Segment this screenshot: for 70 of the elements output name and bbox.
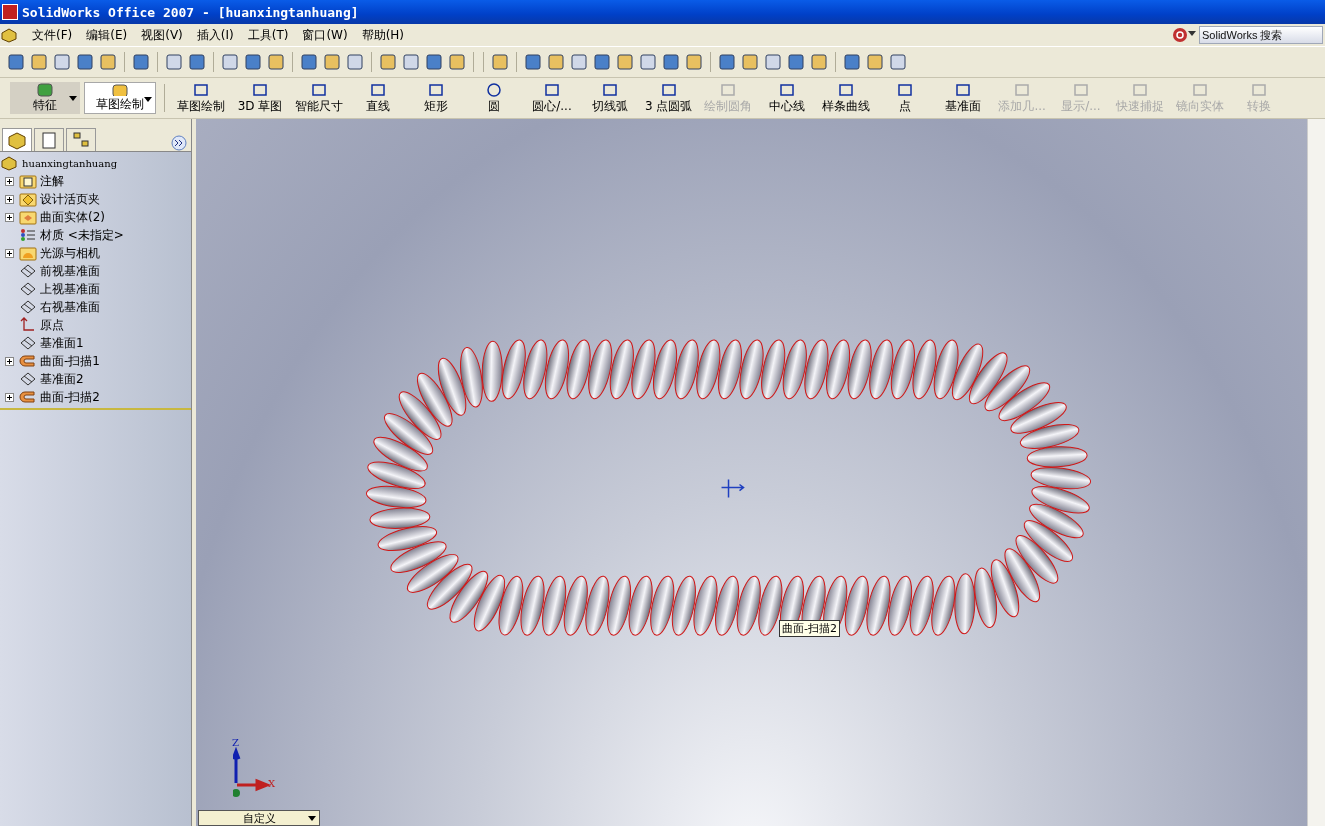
command-button[interactable]: 草图绘制 [171, 78, 231, 118]
menu-item[interactable]: 窗口(W) [302, 26, 348, 44]
command-button[interactable]: 矩形 [407, 78, 465, 118]
axis-label: Z [232, 737, 239, 748]
expand-icon[interactable] [4, 392, 14, 402]
command-button[interactable]: 智能尺寸 [289, 78, 349, 118]
origin-icon [720, 478, 745, 499]
tree-item[interactable]: 注解 [40, 172, 64, 190]
folder-icon [18, 245, 38, 261]
search-icon[interactable] [1172, 27, 1198, 43]
tree-item[interactable]: 光源与相机 [40, 244, 100, 262]
menu-item[interactable]: 插入(I) [196, 26, 234, 44]
tree-item[interactable]: 前视基准面 [40, 262, 100, 280]
view-dropdown[interactable]: 自定义 [198, 810, 320, 826]
command-button[interactable]: 样条曲线 [816, 78, 877, 118]
command-button[interactable]: 3D 草图 [231, 78, 289, 118]
folder-icon [18, 173, 38, 189]
caret-icon[interactable] [69, 96, 77, 101]
tree-item[interactable]: 上视基准面 [40, 280, 100, 298]
feature-tree-tab[interactable] [2, 128, 32, 151]
tree-item[interactable]: 基准面1 [40, 334, 84, 352]
menu-item[interactable]: 编辑(E) [86, 26, 128, 44]
expand-panel-icon[interactable] [171, 135, 187, 151]
folder-icon [18, 209, 38, 225]
tree-item[interactable]: 曲面-扫描2 [40, 388, 100, 406]
command-tab[interactable]: 特征 [10, 82, 80, 114]
circle-icon [485, 81, 503, 98]
tree-item[interactable]: 曲面-扫描1 [40, 352, 100, 370]
command-button[interactable]: 直线 [349, 78, 407, 118]
scrollbar[interactable] [1307, 119, 1325, 826]
command-button[interactable]: 3 点圆弧 [639, 78, 699, 118]
configuration-tab[interactable] [66, 128, 96, 151]
menu-item[interactable]: 帮助(H) [361, 26, 405, 44]
menu-item[interactable]: 工具(T) [247, 26, 289, 44]
command-button[interactable]: 中心线 [758, 78, 817, 118]
tree-item[interactable]: 右视基准面 [40, 298, 100, 316]
command-button[interactable]: 圆心/... [523, 78, 581, 118]
material-icon [18, 227, 38, 243]
tooltip: 曲面-扫描2 [779, 620, 840, 637]
expand-icon[interactable] [4, 176, 14, 186]
tree-item[interactable]: 曲面实体(2) [40, 208, 105, 226]
part-name[interactable]: huanxingtanhuang [22, 157, 118, 169]
app-logo-icon [2, 4, 18, 20]
part-icon [0, 155, 18, 171]
caret-icon[interactable] [308, 816, 316, 821]
sweep-icon [18, 389, 38, 405]
property-tab[interactable] [34, 128, 64, 151]
command-button[interactable]: 圆 [465, 78, 523, 118]
expand-icon[interactable] [4, 212, 14, 222]
menu-item[interactable]: 文件(F) [32, 26, 73, 44]
expand-icon[interactable] [4, 248, 14, 258]
sweep-icon [18, 353, 38, 369]
folder-icon [18, 191, 38, 207]
part-icon [0, 27, 18, 43]
command-button[interactable]: 点 [876, 78, 935, 118]
window-title: SolidWorks Office 2007 - [huanxingtanhuang] [22, 4, 359, 20]
caret-icon[interactable] [144, 97, 152, 102]
tree-item[interactable]: 设计活页夹 [40, 190, 100, 208]
search-field[interactable]: SolidWorks 搜索 [1199, 26, 1323, 44]
axis-triad-icon [233, 747, 273, 799]
command-button[interactable]: 基准面 [934, 78, 993, 118]
tree-item[interactable]: 基准面2 [40, 370, 84, 388]
axis-label: X [268, 778, 276, 789]
command-tab[interactable]: 草图绘制 [84, 82, 156, 114]
tree-item[interactable]: 原点 [40, 316, 64, 334]
command-button[interactable]: 切线弧 [581, 78, 639, 118]
tree-item[interactable]: 材质 <未指定> [40, 226, 124, 244]
expand-icon[interactable] [4, 356, 14, 366]
expand-icon[interactable] [4, 194, 14, 204]
menu-item[interactable]: 视图(V) [141, 26, 183, 44]
